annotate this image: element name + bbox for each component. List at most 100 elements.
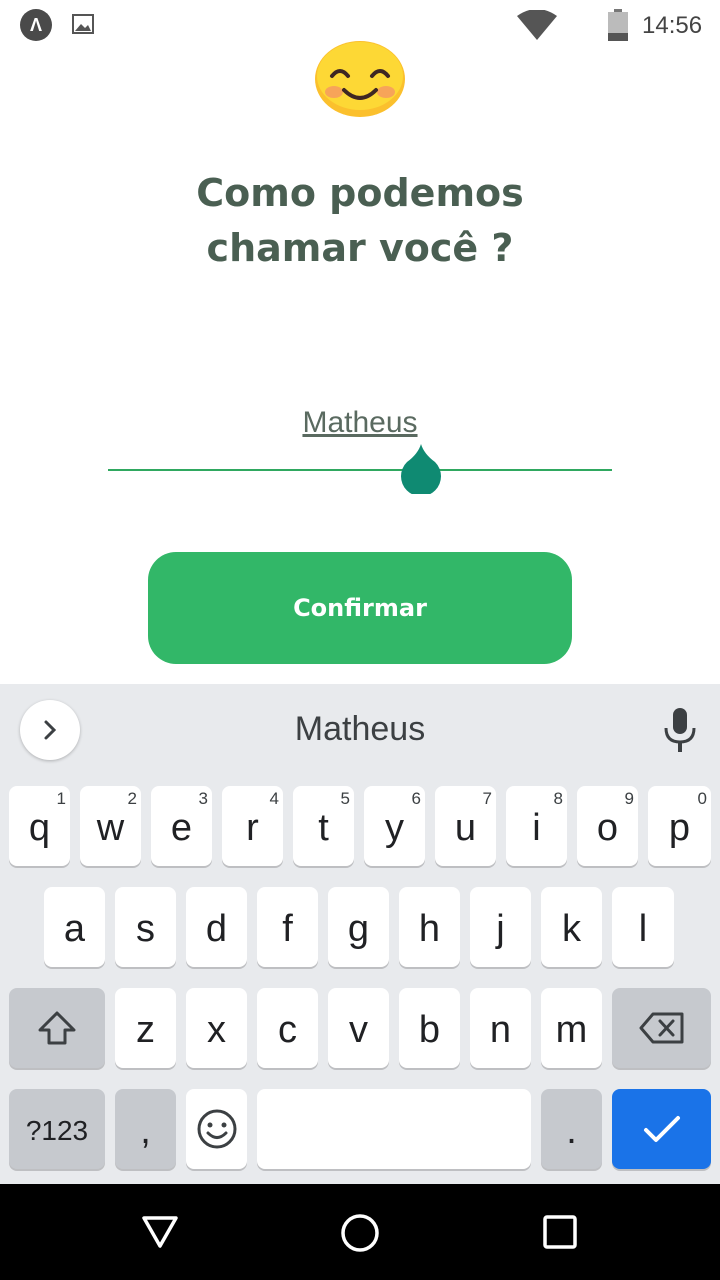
home-icon[interactable] [339, 1212, 381, 1254]
key-label: e [170, 806, 193, 849]
image-notification-icon [72, 14, 94, 34]
app-notification-glyph: Λ [29, 14, 42, 35]
emoji-key[interactable] [186, 1089, 247, 1169]
key-a[interactable]: a [44, 887, 105, 967]
key-label: u [454, 806, 477, 849]
key-n[interactable]: n [470, 988, 531, 1068]
key-hint: 5 [340, 789, 350, 808]
key-e[interactable]: 3e [151, 786, 212, 866]
key-m[interactable]: m [541, 988, 602, 1068]
suggestion-chip[interactable]: Matheus [200, 710, 520, 749]
key-hint: 3 [198, 789, 208, 808]
key-label: l [638, 907, 648, 950]
chevron-right-icon [44, 720, 57, 740]
microphone-icon[interactable] [662, 706, 698, 754]
backspace-key[interactable] [612, 988, 711, 1068]
key-label: m [555, 1008, 588, 1051]
key-b[interactable]: b [399, 988, 460, 1068]
key-f[interactable]: f [257, 887, 318, 967]
shift-icon [38, 1011, 76, 1045]
shift-key[interactable] [9, 988, 105, 1068]
backspace-icon [639, 1012, 683, 1044]
key-label: q [28, 806, 51, 849]
page-title: Como podemos chamar você ? [196, 171, 524, 270]
key-label: g [347, 907, 370, 950]
keyboard-suggestion-bar: Matheus [0, 684, 720, 780]
key-u[interactable]: 7u [435, 786, 496, 866]
name-input-value[interactable]: Matheus [108, 406, 612, 440]
key-hint: 1 [56, 789, 66, 808]
key-i[interactable]: 8i [506, 786, 567, 866]
key-z[interactable]: z [115, 988, 176, 1068]
confirm-button[interactable]: Confirmar [148, 552, 572, 664]
key-w[interactable]: 2w [80, 786, 141, 866]
enter-key[interactable] [612, 1089, 711, 1169]
key-label: n [489, 1008, 512, 1051]
key-hint: 8 [553, 789, 563, 808]
key-label: j [496, 907, 505, 950]
key-p[interactable]: 0p [648, 786, 711, 866]
key-label: s [136, 907, 155, 950]
key-label: i [532, 806, 541, 849]
key-l[interactable]: l [612, 887, 674, 967]
key-hint: 2 [127, 789, 137, 808]
key-hint: 0 [697, 789, 707, 808]
key-v[interactable]: v [328, 988, 389, 1068]
key-j[interactable]: j [470, 887, 531, 967]
battery-icon [608, 9, 628, 41]
key-c[interactable]: c [257, 988, 318, 1068]
key-label: . [566, 1109, 577, 1152]
key-h[interactable]: h [399, 887, 460, 967]
navigation-bar [0, 1184, 720, 1280]
period-key[interactable]: . [541, 1089, 602, 1169]
key-r[interactable]: 4r [222, 786, 283, 866]
clock: 14:56 [642, 12, 703, 39]
key-hint: 9 [624, 789, 634, 808]
back-icon[interactable] [140, 1212, 180, 1252]
key-label: w [96, 806, 125, 849]
key-d[interactable]: d [186, 887, 247, 967]
comma-key[interactable]: , [115, 1089, 176, 1169]
key-label: h [418, 907, 441, 950]
key-label: p [668, 806, 691, 849]
key-x[interactable]: x [186, 988, 247, 1068]
key-label: f [282, 907, 293, 950]
key-o[interactable]: 9o [577, 786, 638, 866]
key-label: k [562, 907, 581, 950]
key-label: x [207, 1008, 226, 1051]
key-label: b [418, 1008, 441, 1051]
soft-keyboard: Matheus 1q 2w 3e 4r 5t 6y 7u 8i 9o 0p a … [0, 684, 720, 1184]
key-label: y [385, 806, 404, 849]
key-g[interactable]: g [328, 887, 389, 967]
expand-toolbar-button[interactable] [20, 700, 80, 760]
key-t[interactable]: 5t [293, 786, 354, 866]
key-label: ?123 [25, 1115, 89, 1146]
key-label: c [278, 1008, 297, 1051]
name-field[interactable]: Matheus [108, 400, 612, 494]
space-key[interactable] [257, 1089, 531, 1169]
key-hint: 6 [411, 789, 421, 808]
app-notification-icon: Λ [20, 9, 52, 41]
key-label: v [349, 1008, 368, 1051]
checkmark-icon [643, 1116, 680, 1142]
recents-icon[interactable] [543, 1215, 577, 1249]
key-q[interactable]: 1q [9, 786, 70, 866]
key-label: d [205, 907, 228, 950]
key-hint: 4 [269, 789, 279, 808]
input-underline [108, 469, 612, 471]
key-y[interactable]: 6y [364, 786, 425, 866]
key-s[interactable]: s [115, 887, 176, 967]
key-label: o [596, 806, 619, 849]
text-cursor-handle-icon[interactable] [400, 444, 442, 494]
key-hint: 7 [482, 789, 492, 808]
key-label: t [318, 806, 329, 849]
emoji-icon [197, 1109, 236, 1149]
key-label: a [63, 907, 86, 950]
key-k[interactable]: k [541, 887, 602, 967]
smiling-face-icon [315, 41, 405, 117]
key-label: z [136, 1008, 155, 1051]
symbols-key[interactable]: ?123 [9, 1089, 105, 1169]
key-label: r [246, 806, 259, 849]
wifi-icon [517, 10, 557, 40]
key-label: , [140, 1109, 151, 1152]
